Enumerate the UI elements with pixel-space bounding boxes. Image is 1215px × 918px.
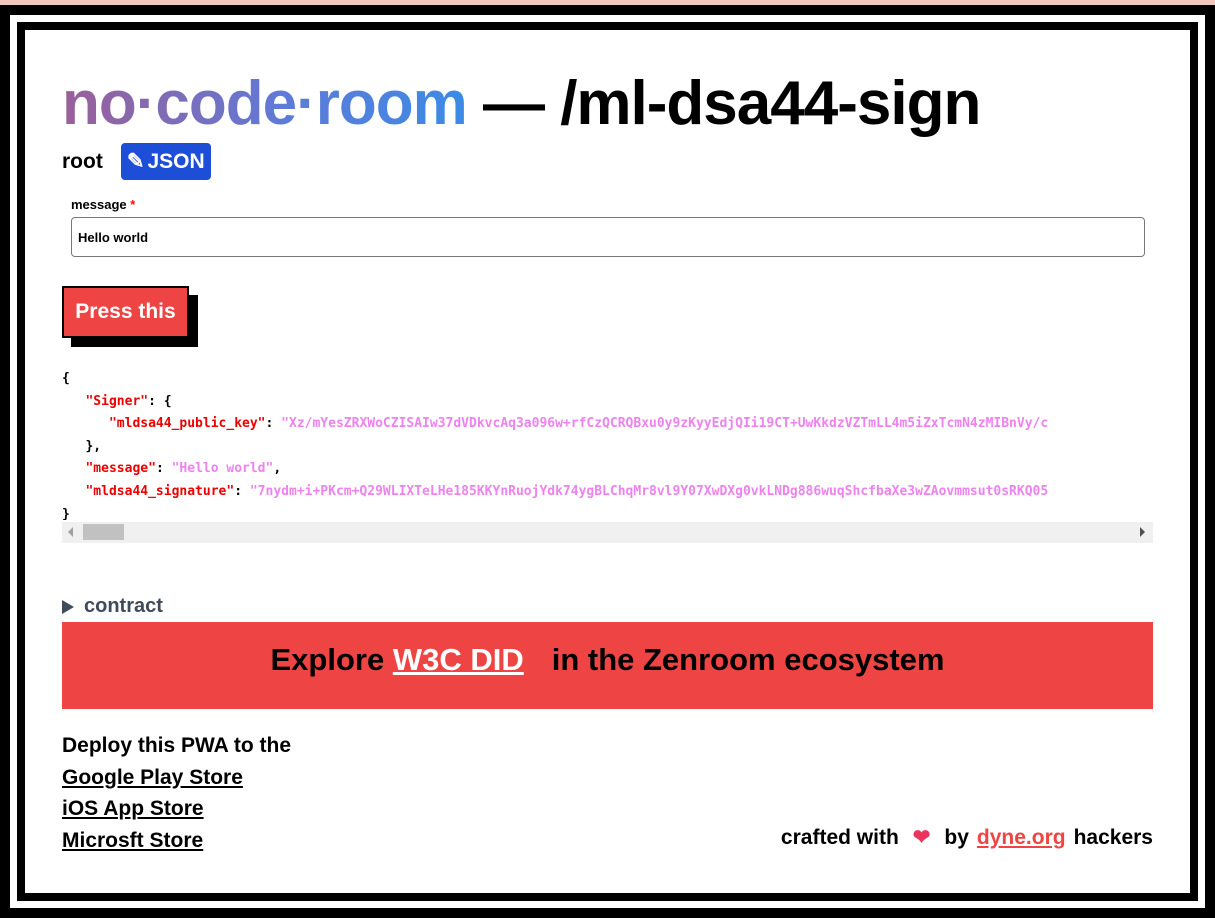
contract-toggle[interactable]: contract <box>62 595 1153 618</box>
press-this-button[interactable]: Press this <box>62 286 189 338</box>
scroll-right-icon[interactable] <box>1140 527 1145 537</box>
json-output: { "Signer": { "mldsa44_public_key": "Xz/… <box>62 371 1049 520</box>
json-edit-button[interactable]: ✎ JSON <box>120 143 211 180</box>
message-input[interactable]: Hello world <box>71 217 1145 257</box>
page-title: no·code·room — /ml-dsa44-sign <box>62 68 981 139</box>
pencil-icon: ✎ <box>126 150 145 173</box>
root-label: root <box>62 149 103 173</box>
deploy-text: Deploy this PWA to the <box>62 734 292 757</box>
by-text: by <box>944 825 969 849</box>
triangle-right-icon <box>62 599 74 614</box>
public-key-value: "Xz/mYesZRXWoCZISAIw37dVDkvcAq3a096w+rfC… <box>281 416 1049 432</box>
crafted-text: crafted with <box>780 825 899 849</box>
hackers-text: hackers <box>1073 825 1153 849</box>
scroll-left-icon[interactable] <box>68 527 73 537</box>
explore-banner: Explore W3C DID in the Zenroom ecosystem <box>62 622 1153 709</box>
message-key: "message" <box>85 461 156 477</box>
signature-key: "mldsa44_signature" <box>85 483 235 499</box>
route-title: — /ml-dsa44-sign <box>466 69 981 138</box>
message-label: message * <box>71 197 1153 212</box>
banner-prefix: Explore <box>270 642 393 677</box>
banner-suffix: in the Zenroom ecosystem <box>551 642 945 677</box>
json-button-label: JSON <box>147 149 205 173</box>
message-label-text: message <box>71 197 127 212</box>
ios-app-store-link[interactable]: iOS App Store <box>62 793 1153 825</box>
contract-label: contract <box>84 595 163 617</box>
signature-value: "7nydm+i+PKcm+Q29WLIXTeLHe185KKYnRuojYdk… <box>249 483 1049 499</box>
outer-frame: no·code·room — /ml-dsa44-sign root ✎ JSON… <box>0 5 1215 918</box>
w3c-did-link[interactable]: W3C DID <box>393 642 524 678</box>
root-row: root ✎ JSON <box>62 143 1153 180</box>
dyne-link[interactable]: dyne.org <box>977 826 1066 850</box>
scroll-thumb[interactable] <box>83 524 124 540</box>
signer-key: "Signer" <box>85 393 149 409</box>
heart-icon: ❤ <box>912 826 931 849</box>
message-value: "Hello world" <box>171 461 274 477</box>
google-play-link[interactable]: Google Play Store <box>62 762 1153 794</box>
horizontal-scrollbar[interactable] <box>62 522 1153 543</box>
crafted-with: crafted with ❤ by dyne.org hackers <box>781 825 1153 850</box>
required-mark: * <box>130 197 136 212</box>
nocoderoom-logo: no·code·room <box>62 69 468 138</box>
public-key-key: "mldsa44_public_key" <box>108 416 266 432</box>
